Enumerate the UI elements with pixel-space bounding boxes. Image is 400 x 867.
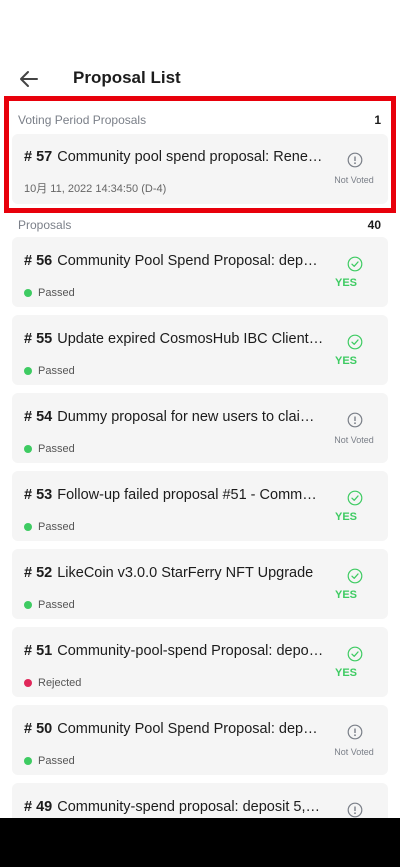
proposal-card[interactable]: # 51 Community-pool-spend Proposal: depos… — [12, 627, 388, 697]
status-dot — [24, 445, 32, 453]
proposal-number: # 49 — [24, 799, 53, 815]
proposal-title-text: LikeCoin v3.0.0 StarFerry NFT Upgrade — [57, 565, 314, 581]
voting-section-label: Voting Period Proposals — [18, 113, 147, 127]
status-dot — [24, 367, 32, 375]
page-title: Proposal List — [73, 68, 181, 87]
proposal-date: 10月 11, 2022 14:34:50 (D-4) — [24, 183, 167, 195]
arrow-left-icon — [20, 71, 38, 87]
proposal-number: # 54 — [24, 409, 53, 425]
proposal-title-text: Follow-up failed proposal #51 - Communit… — [57, 487, 324, 503]
status-label: Passed — [38, 365, 75, 377]
proposal-title-text: Community-spend proposal: deposit 5,000,… — [57, 799, 324, 815]
vote-status: YES — [334, 589, 357, 601]
voting-section-count: 1 — [374, 113, 381, 127]
info-circle-icon — [347, 152, 363, 168]
proposal-card[interactable]: # 55 Update expired CosmosHub IBC Client … — [12, 315, 388, 385]
check-circle-icon — [347, 568, 363, 584]
vote-status: Not Voted — [334, 747, 374, 757]
status-dot — [24, 289, 32, 297]
info-circle-icon — [347, 802, 363, 818]
proposal-number: # 57 — [24, 149, 53, 165]
check-circle-icon — [347, 490, 363, 506]
status-label: Passed — [38, 755, 75, 767]
system-navigation-bar — [0, 818, 400, 867]
status-label: Rejected — [38, 677, 82, 689]
proposal-card[interactable]: # 54 Dummy proposal for new users to clai… — [12, 393, 388, 463]
status-label: Passed — [38, 599, 75, 611]
check-circle-icon — [347, 646, 363, 662]
proposal-title: # 51 Community-pool-spend Proposal: depos… — [24, 643, 324, 659]
proposal-number: # 53 — [24, 487, 53, 503]
proposal-card[interactable]: # 50 Community Pool Spend Proposal: depos… — [12, 705, 388, 775]
proposal-card[interactable]: # 53 Follow-up failed proposal #51 - Comm… — [12, 471, 388, 541]
vote-status: Not Voted — [334, 175, 374, 185]
proposal-number: # 55 — [24, 331, 53, 347]
proposal-status: Rejected — [24, 677, 81, 689]
proposal-card[interactable]: # 52 LikeCoin v3.0.0 StarFerry NFT Upgrad… — [12, 549, 388, 619]
status-label: Passed — [38, 443, 75, 455]
proposal-title-text: Community-pool-spend Proposal: deposit f… — [57, 643, 324, 659]
top-bar: Proposal List — [0, 62, 400, 96]
proposal-title-text: Community Pool Spend Proposal: deposit f… — [57, 721, 324, 737]
proposal-number: # 52 — [24, 565, 53, 581]
proposal-status: Passed — [24, 755, 75, 767]
proposal-card[interactable]: # 56 Community Pool Spend Proposal: depos… — [12, 237, 388, 307]
proposal-title-text: Update expired CosmosHub IBC Client for … — [57, 331, 324, 347]
proposal-title: # 50 Community Pool Spend Proposal: depos… — [24, 721, 324, 737]
proposal-status: Passed — [24, 287, 75, 299]
status-label: Passed — [38, 521, 75, 533]
proposal-status: Passed — [24, 521, 75, 533]
check-circle-icon — [347, 256, 363, 272]
status-dot — [24, 523, 32, 531]
proposal-title: # 57 Community pool spend proposal: Renew… — [24, 149, 324, 165]
status-dot — [24, 679, 32, 687]
vote-status: YES — [334, 277, 357, 289]
status-dot — [24, 757, 32, 765]
proposal-title: # 49 Community-spend proposal: deposit 5,… — [24, 799, 324, 815]
proposal-status: Passed — [24, 599, 75, 611]
info-circle-icon — [347, 412, 363, 428]
proposal-title: # 54 Dummy proposal for new users to clai… — [24, 409, 324, 425]
proposal-status: Passed — [24, 365, 75, 377]
status-label: Passed — [38, 287, 75, 299]
proposal-title: # 52 LikeCoin v3.0.0 StarFerry NFT Upgrad… — [24, 565, 324, 581]
status-dot — [24, 601, 32, 609]
vote-status: Not Voted — [334, 435, 374, 445]
vote-status: YES — [334, 355, 357, 367]
proposal-title-text: Community pool spend proposal: Renewal o… — [57, 149, 324, 165]
proposal-title-text: Dummy proposal for new users to claim ai… — [57, 409, 324, 425]
proposals-section-label: Proposals — [18, 218, 72, 232]
proposal-title-text: Community Pool Spend Proposal: deposit t… — [57, 253, 324, 269]
info-circle-icon — [347, 724, 363, 740]
proposal-number: # 50 — [24, 721, 53, 737]
proposal-number: # 56 — [24, 253, 53, 269]
proposal-title: # 53 Follow-up failed proposal #51 - Comm… — [24, 487, 324, 503]
proposals-section-count: 40 — [367, 218, 381, 232]
back-button[interactable] — [16, 66, 42, 92]
check-circle-icon — [347, 334, 363, 350]
proposal-number: # 51 — [24, 643, 53, 659]
vote-status: YES — [334, 667, 357, 679]
proposal-title: # 56 Community Pool Spend Proposal: depos… — [24, 253, 324, 269]
vote-status: YES — [334, 511, 357, 523]
proposal-title: # 55 Update expired CosmosHub IBC Client … — [24, 331, 324, 347]
voting-proposal-card[interactable]: # 57 Community pool spend proposal: Renew… — [12, 134, 388, 204]
proposal-status: Passed — [24, 443, 75, 455]
